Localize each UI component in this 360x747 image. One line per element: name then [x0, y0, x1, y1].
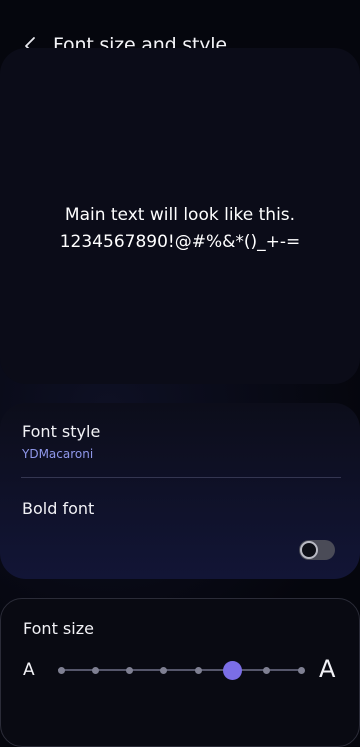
- slider-step-dot[interactable]: [194, 666, 202, 674]
- bold-font-toggle[interactable]: [299, 540, 335, 560]
- preview-line-main: Main text will look like this.: [64, 205, 296, 225]
- bold-font-row[interactable]: Bold font: [0, 479, 360, 579]
- large-a-icon: A: [319, 655, 336, 683]
- font-size-label: Font size: [23, 619, 94, 638]
- slider-step-dot[interactable]: [126, 666, 134, 674]
- font-size-card: Font size A A: [0, 598, 360, 747]
- preview-panel: Main text will look like this. 123456789…: [0, 48, 360, 384]
- slider-step-dot[interactable]: [57, 666, 65, 674]
- font-style-value: YDMacaroni: [22, 447, 94, 461]
- font-style-label: Font style: [22, 422, 101, 441]
- slider-step-dot[interactable]: [263, 666, 271, 674]
- font-style-row[interactable]: Font style YDMacaroni: [0, 403, 360, 478]
- preview-line-characters: 1234567890!@#%&*()_+-=: [59, 232, 301, 252]
- toggle-thumb: [300, 541, 318, 559]
- slider-thumb[interactable]: [222, 660, 242, 680]
- font-size-slider[interactable]: [56, 659, 308, 681]
- font-settings-card: Font style YDMacaroni Bold font: [0, 403, 360, 579]
- slider-step-dot[interactable]: [91, 666, 99, 674]
- row-divider: [21, 477, 341, 478]
- slider-step-dot[interactable]: [160, 666, 168, 674]
- preview-text: Main text will look like this. 123456789…: [0, 202, 360, 256]
- slider-step-dot[interactable]: [297, 666, 305, 674]
- small-a-icon: A: [23, 660, 35, 680]
- bold-font-label: Bold font: [22, 499, 95, 518]
